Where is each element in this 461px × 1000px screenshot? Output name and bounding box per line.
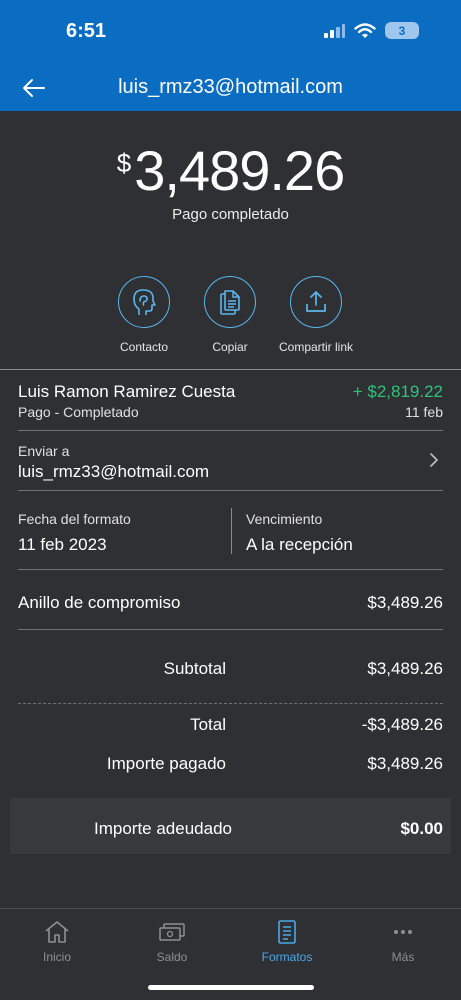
invoice-icon xyxy=(278,920,296,944)
payment-status: Pago completado xyxy=(172,206,289,223)
transaction-date: 11 feb xyxy=(405,404,443,420)
wifi-icon xyxy=(354,22,376,38)
transaction-amount: + $2,819.22 xyxy=(352,382,443,401)
subtotal-label: Subtotal xyxy=(163,659,226,678)
tab-label: Formatos xyxy=(261,950,313,964)
paid-value: $3,489.26 xyxy=(367,754,443,773)
copy-button-circle[interactable] xyxy=(204,276,256,328)
tab-mas[interactable]: Más xyxy=(358,919,448,964)
due-label: Vencimiento xyxy=(246,511,323,527)
send-to-value: luis_rmz33@hotmail.com xyxy=(18,462,210,481)
row-divider xyxy=(18,629,443,630)
row-divider xyxy=(18,490,443,491)
section-divider xyxy=(0,369,461,370)
battery-icon: 3 xyxy=(385,22,419,39)
tab-inicio[interactable]: Inicio xyxy=(12,919,102,964)
copy-label: Copiar xyxy=(212,340,248,354)
owed-label: Importe adeudado xyxy=(94,819,232,838)
copy-button[interactable]: Copiar xyxy=(180,276,280,354)
share-label: Compartir link xyxy=(278,340,353,354)
share-icon xyxy=(306,291,326,312)
invoice-date-label: Fecha del formato xyxy=(18,511,131,527)
send-to-label: Enviar a xyxy=(18,443,70,459)
share-button-circle[interactable] xyxy=(290,276,342,328)
contact-button-circle[interactable] xyxy=(118,276,170,328)
copy-icon xyxy=(220,290,240,315)
tab-formatos[interactable]: Formatos xyxy=(242,919,332,964)
invoice-date-value: 11 feb 2023 xyxy=(18,535,107,554)
signal-icon xyxy=(324,23,345,38)
wallet-icon xyxy=(159,923,185,941)
contact-button[interactable]: Contacto xyxy=(94,276,194,354)
chevron-right-icon xyxy=(430,453,438,467)
line-item-name: Anillo de compromiso xyxy=(18,593,181,612)
header-title: luis_rmz33@hotmail.com xyxy=(118,76,343,98)
tab-label: Más xyxy=(391,950,415,964)
subtotal-value: $3,489.26 xyxy=(367,659,443,678)
status-icons: 3 xyxy=(323,22,419,39)
contact-icon xyxy=(133,289,156,315)
line-item-price: $3,489.26 xyxy=(367,593,443,612)
total-value: -$3,489.26 xyxy=(361,715,443,734)
payer-name: Luis Ramon Ramirez Cuesta xyxy=(18,382,236,401)
paid-label: Importe pagado xyxy=(106,754,226,773)
column-divider xyxy=(231,508,232,554)
due-value: A la recepción xyxy=(246,535,353,554)
tab-saldo[interactable]: Saldo xyxy=(127,919,217,964)
payment-amount: $3,489.26 xyxy=(0,138,461,203)
currency-symbol: $ xyxy=(116,148,132,178)
dotted-divider xyxy=(18,703,443,704)
contact-label: Contacto xyxy=(119,340,169,354)
row-divider xyxy=(18,569,443,570)
home-icon xyxy=(45,921,69,943)
send-to-row[interactable]: Enviar a luis_rmz33@hotmail.com xyxy=(0,431,461,489)
amount-value: 3,489.26 xyxy=(134,139,345,202)
tab-label: Saldo xyxy=(156,950,188,964)
app-header: 6:51 3 luis_rmz33@hotmail.com xyxy=(0,0,461,111)
share-link-button[interactable]: Compartir link xyxy=(266,276,366,354)
transaction-status: Pago - Completado xyxy=(18,404,139,420)
tab-label: Inicio xyxy=(42,950,71,964)
home-indicator[interactable] xyxy=(148,985,314,990)
owed-value: $0.00 xyxy=(400,819,443,838)
more-icon xyxy=(394,930,412,934)
total-label: Total xyxy=(190,715,226,734)
status-time: 6:51 xyxy=(66,20,107,42)
